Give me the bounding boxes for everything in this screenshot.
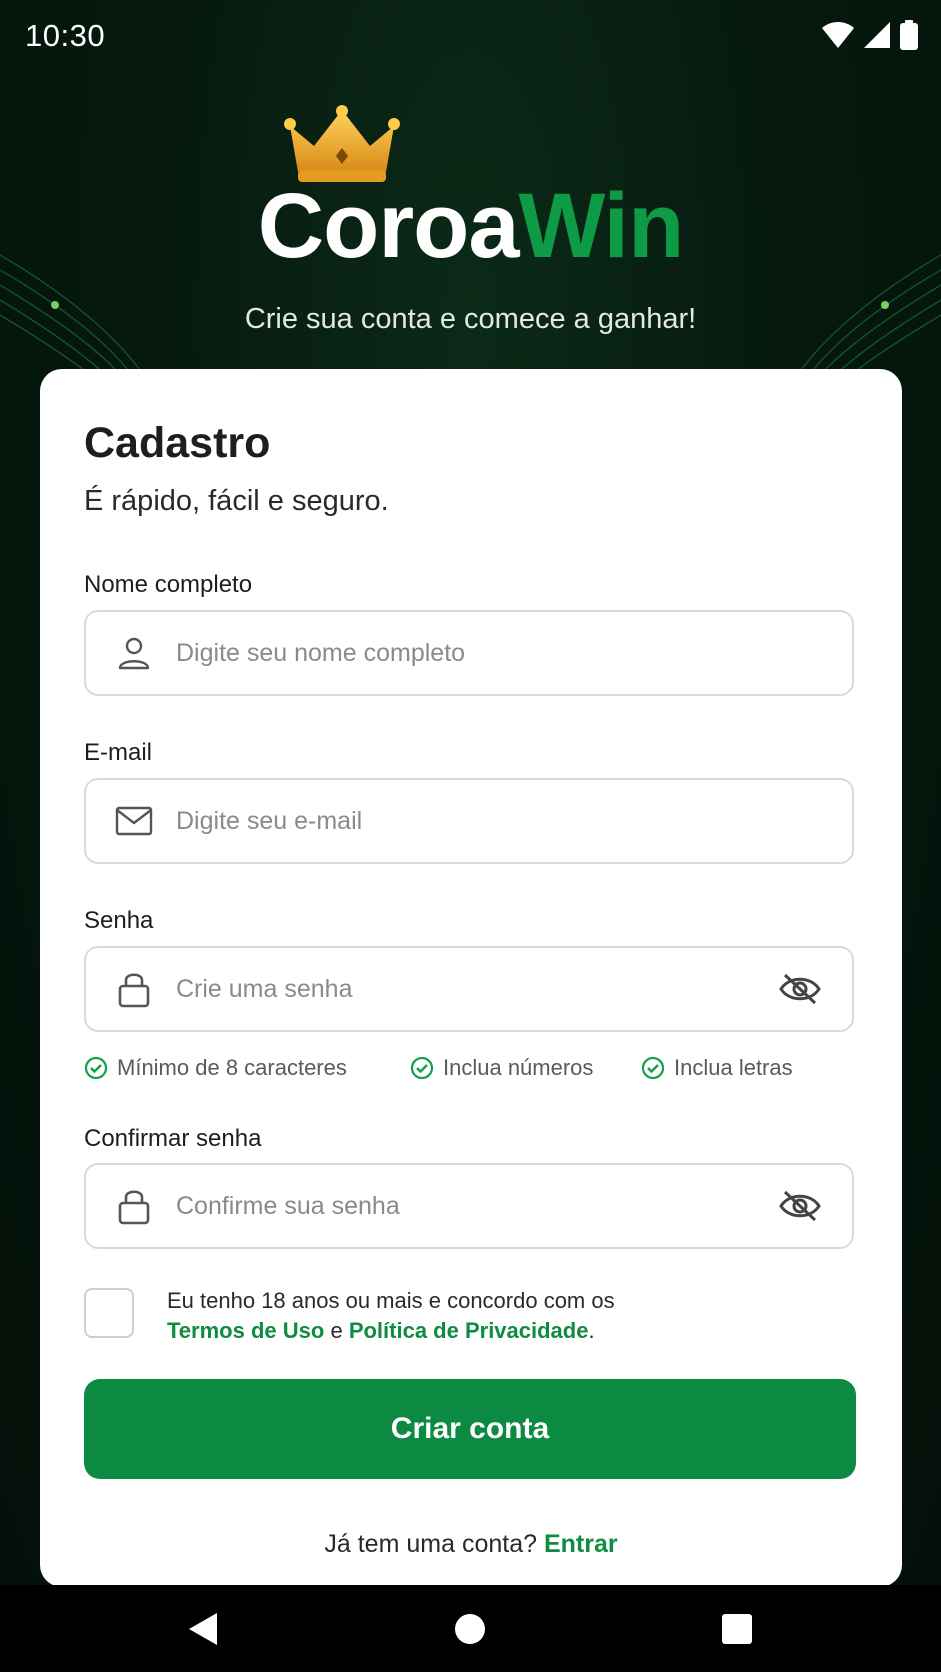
- home-icon[interactable]: [444, 1603, 496, 1655]
- confirm-input[interactable]: [174, 1175, 776, 1237]
- terms-suffix: .: [588, 1318, 595, 1343]
- password-field[interactable]: [84, 946, 854, 1032]
- status-time: 10:30: [25, 18, 106, 53]
- signup-card: Cadastro É rápido, fácil e seguro. Nome …: [40, 369, 902, 1587]
- wifi-icon: [821, 21, 855, 54]
- mail-icon: [112, 799, 156, 843]
- status-icons: [821, 20, 919, 55]
- form-title: Cadastro: [84, 419, 271, 467]
- terms-link[interactable]: Termos de Uso: [167, 1318, 324, 1343]
- rule-label: Inclua letras: [674, 1055, 793, 1080]
- recents-icon[interactable]: [711, 1603, 763, 1655]
- login-link[interactable]: Entrar: [544, 1530, 618, 1558]
- eye-off-icon[interactable]: [776, 965, 824, 1013]
- check-circle-icon: [641, 1056, 665, 1080]
- terms-prefix: Eu tenho 18 anos ou mais e concordo com …: [167, 1288, 615, 1313]
- navigation-bar: [0, 1585, 941, 1672]
- rule-label: Mínimo de 8 caracteres: [117, 1055, 347, 1080]
- terms-and: e: [330, 1318, 343, 1343]
- create-account-button[interactable]: Criar conta: [84, 1379, 856, 1479]
- rule-label: Inclua números: [443, 1055, 594, 1080]
- battery-icon: [899, 20, 919, 55]
- terms-checkbox[interactable]: [84, 1288, 134, 1338]
- lock-icon: [112, 1184, 156, 1228]
- check-circle-icon: [84, 1056, 108, 1080]
- name-label: Nome completo: [84, 571, 253, 598]
- login-prompt: Já tem uma conta? Entrar: [40, 1530, 902, 1559]
- eye-off-icon[interactable]: [776, 1182, 824, 1230]
- password-label: Senha: [84, 907, 154, 934]
- form-subtitle: É rápido, fácil e seguro.: [84, 485, 389, 517]
- name-input[interactable]: [174, 622, 852, 684]
- password-input[interactable]: [174, 958, 776, 1020]
- brand-name-coroa: Coroa: [257, 175, 520, 277]
- email-label: E-mail: [84, 739, 153, 766]
- password-rules: Mínimo de 8 caracteres Inclua números In…: [84, 1055, 864, 1089]
- status-bar: 10:30: [0, 0, 941, 74]
- tagline: Crie sua conta e comece a ganhar!: [244, 303, 697, 335]
- rule-min-length: Mínimo de 8 caracteres: [84, 1055, 347, 1081]
- email-input[interactable]: [174, 790, 852, 852]
- terms-text: Eu tenho 18 anos ou mais e concordo com …: [167, 1286, 847, 1346]
- brand-logo: CoroaWin: [0, 176, 941, 276]
- back-icon[interactable]: [177, 1603, 229, 1655]
- user-icon: [112, 631, 156, 675]
- email-field[interactable]: [84, 778, 854, 864]
- confirm-field[interactable]: [84, 1163, 854, 1249]
- confirm-label: Confirmar senha: [84, 1125, 262, 1152]
- name-field[interactable]: [84, 610, 854, 696]
- login-prompt-text: Já tem uma conta?: [324, 1530, 538, 1558]
- brand-name-win: Win: [518, 175, 685, 277]
- check-circle-icon: [410, 1056, 434, 1080]
- rule-numbers: Inclua números: [410, 1055, 593, 1081]
- signal-icon: [863, 21, 891, 54]
- lock-icon: [112, 967, 156, 1011]
- rule-letters: Inclua letras: [641, 1055, 793, 1081]
- privacy-link[interactable]: Política de Privacidade: [349, 1318, 589, 1343]
